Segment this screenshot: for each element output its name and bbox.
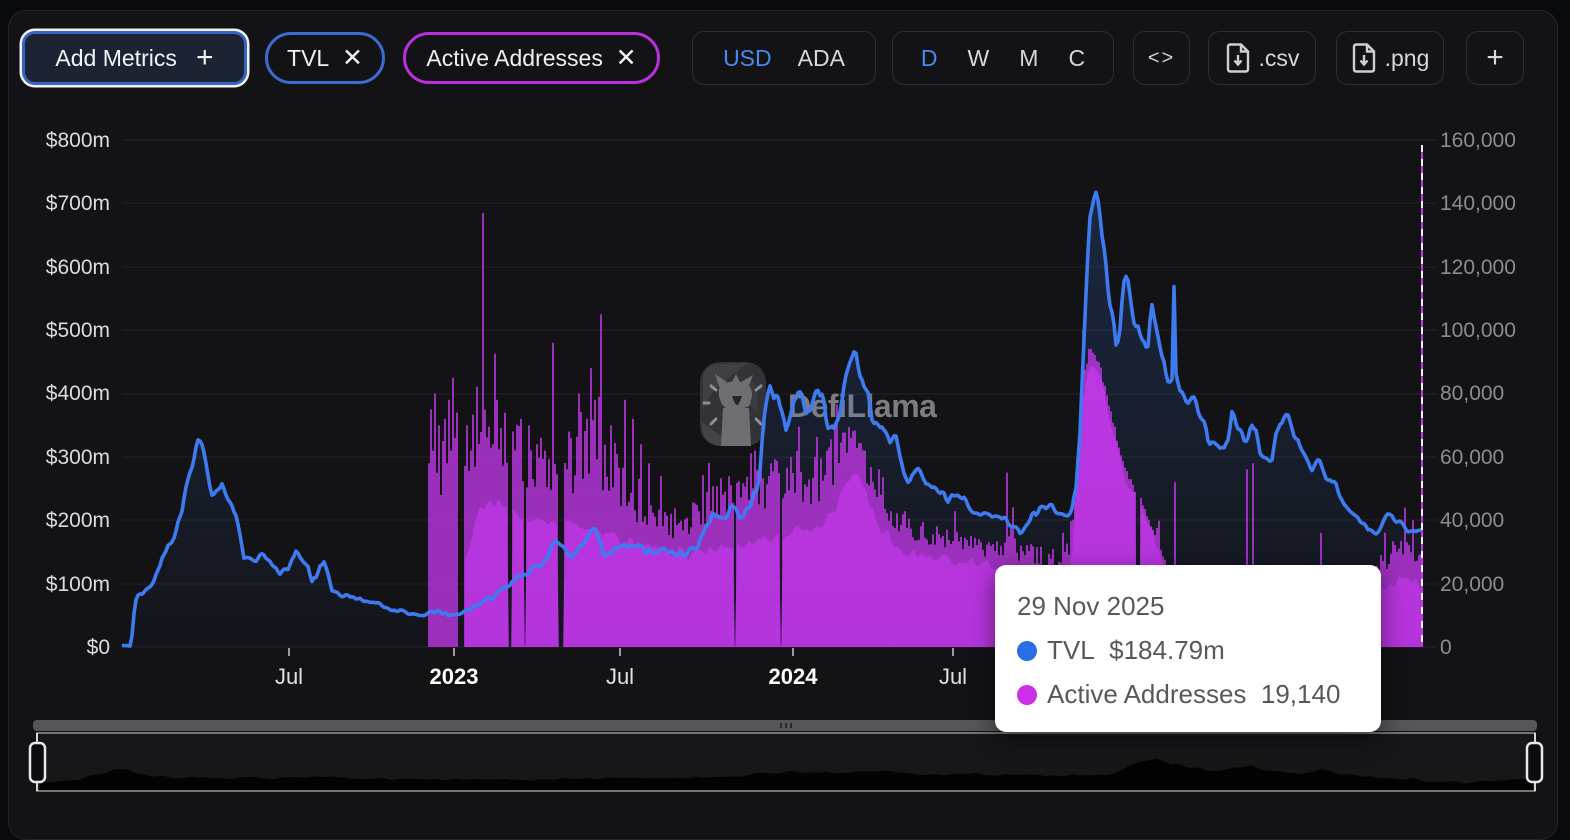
svg-text:$600m: $600m (46, 256, 110, 279)
svg-text:2024: 2024 (769, 664, 819, 689)
svg-text:$0: $0 (87, 636, 110, 659)
svg-text:40,000: 40,000 (1440, 509, 1504, 532)
svg-text:$400m: $400m (46, 382, 110, 405)
svg-text:$200m: $200m (46, 509, 110, 532)
svg-text:$300m: $300m (46, 446, 110, 469)
svg-text:$700m: $700m (46, 192, 110, 215)
svg-text:80,000: 80,000 (1440, 382, 1504, 405)
svg-text:100,000: 100,000 (1440, 319, 1516, 342)
svg-text:$100m: $100m (46, 573, 110, 596)
svg-text:160,000: 160,000 (1440, 129, 1516, 152)
svg-text:Jul: Jul (939, 664, 967, 689)
svg-text:$800m: $800m (46, 129, 110, 152)
svg-text:60,000: 60,000 (1440, 446, 1504, 469)
svg-text:0: 0 (1440, 636, 1452, 659)
svg-text:140,000: 140,000 (1440, 192, 1516, 215)
svg-text:2023: 2023 (430, 664, 479, 689)
svg-text:Jul: Jul (275, 664, 303, 689)
svg-text:20,000: 20,000 (1440, 573, 1504, 596)
svg-text:Jul: Jul (606, 664, 634, 689)
svg-text:$500m: $500m (46, 319, 110, 342)
svg-text:120,000: 120,000 (1440, 256, 1516, 279)
